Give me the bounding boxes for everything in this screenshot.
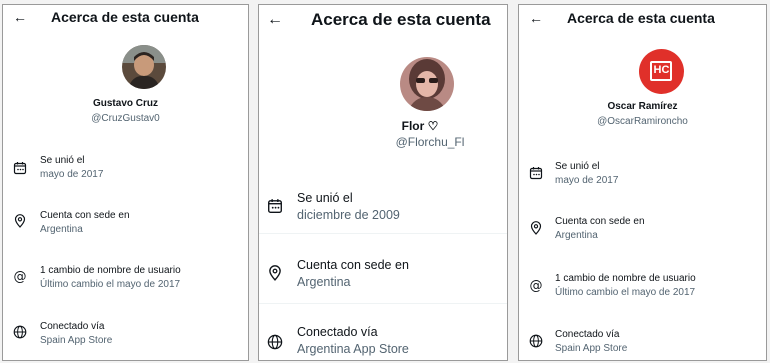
- connected-value: Argentina App Store: [297, 342, 409, 356]
- joined-label: Se unió el: [555, 161, 600, 172]
- connected-label: Conectado vía: [297, 325, 378, 339]
- username-changes-label: 1 cambio de nombre de usuario: [40, 265, 181, 276]
- svg-text:@: @: [530, 279, 543, 293]
- header: ← Acerca de esta cuenta: [519, 5, 766, 33]
- avatar: HC: [639, 49, 684, 94]
- divider: [259, 233, 507, 234]
- at-sign-icon: @: [530, 279, 543, 293]
- location-pin-icon: [14, 214, 26, 228]
- back-arrow-icon[interactable]: ←: [529, 10, 543, 26]
- location-value: Argentina: [297, 275, 351, 289]
- calendar-icon: [13, 162, 27, 175]
- joined-label: Se unió el: [40, 155, 85, 166]
- username-handle: @Florchu_Fl: [395, 135, 465, 149]
- avatar: [400, 57, 454, 111]
- location-value: Argentina: [555, 230, 598, 241]
- globe-icon: [529, 334, 543, 348]
- joined-label: Se unió el: [297, 191, 353, 205]
- location-label: Cuenta con sede en: [40, 210, 130, 221]
- globe-icon: [267, 334, 283, 350]
- username-changes-value: Último cambio el mayo de 2017: [40, 279, 181, 290]
- page-title: Acerca de esta cuenta: [51, 9, 199, 25]
- joined-value: mayo de 2017: [555, 175, 619, 186]
- globe-icon: [13, 325, 27, 339]
- joined-value: diciembre de 2009: [297, 208, 400, 222]
- connected-label: Conectado vía: [40, 321, 105, 332]
- connected-value: Spain App Store: [555, 343, 628, 354]
- back-arrow-icon[interactable]: ←: [267, 11, 283, 29]
- location-value: Argentina: [40, 224, 83, 235]
- display-name: Flor ♡: [401, 119, 439, 133]
- display-name: Oscar Ramírez: [607, 101, 678, 112]
- page-title: Acerca de esta cuenta: [567, 10, 715, 26]
- calendar-icon: [529, 167, 543, 180]
- svg-text:@: @: [14, 270, 27, 284]
- avatar: [122, 45, 166, 89]
- location-pin-icon: [269, 265, 281, 281]
- divider: [259, 303, 507, 304]
- location-label: Cuenta con sede en: [297, 258, 409, 272]
- calendar-icon: [268, 199, 282, 213]
- connected-value: Spain App Store: [40, 335, 113, 346]
- header: ← Acerca de esta cuenta: [259, 5, 507, 33]
- account-info-panel-oscar: ← Acerca de esta cuenta HC Oscar Ramírez…: [518, 4, 767, 361]
- location-pin-icon: [530, 221, 542, 235]
- header: ← Acerca de esta cuenta: [3, 5, 248, 33]
- at-sign-icon: @: [14, 270, 27, 284]
- username-changes-value: Último cambio el mayo de 2017: [555, 287, 696, 298]
- page-title: Acerca de esta cuenta: [311, 10, 491, 29]
- account-info-panel-gustavo: ← Acerca de esta cuenta Gustavo Cruz @Cr…: [2, 4, 249, 361]
- avatar-logo-text: HC: [653, 64, 670, 76]
- username-handle: @CruzGustav0: [91, 113, 160, 124]
- location-label: Cuenta con sede en: [555, 216, 645, 227]
- display-name: Gustavo Cruz: [92, 98, 158, 109]
- connected-label: Conectado vía: [555, 329, 620, 340]
- account-info-panel-flor: ← Acerca de esta cuenta Flor ♡ @Florchu_…: [258, 4, 508, 361]
- back-arrow-icon[interactable]: ←: [13, 9, 27, 25]
- username-handle: @OscarRamironcho: [597, 116, 688, 127]
- username-changes-label: 1 cambio de nombre de usuario: [555, 273, 696, 284]
- joined-value: mayo de 2017: [40, 169, 104, 180]
